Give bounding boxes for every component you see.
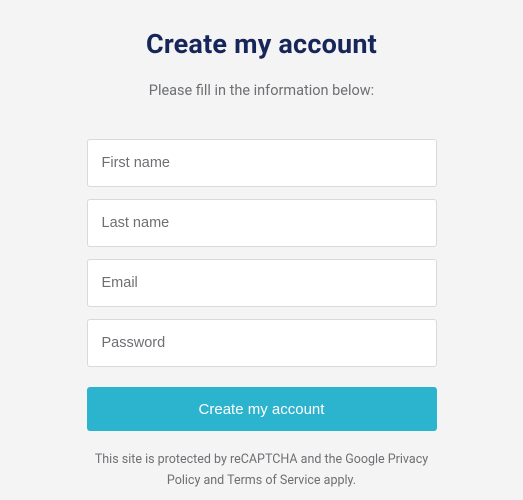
first-name-field[interactable] <box>87 139 437 187</box>
recaptcha-disclaimer: This site is protected by reCAPTCHA and … <box>82 449 442 492</box>
email-field[interactable] <box>87 259 437 307</box>
page-subtitle: Please fill in the information below: <box>149 82 374 99</box>
last-name-field[interactable] <box>87 199 437 247</box>
create-account-button[interactable]: Create my account <box>87 387 437 431</box>
create-account-form: Create my account <box>87 139 437 431</box>
page-title: Create my account <box>146 28 377 60</box>
password-field[interactable] <box>87 319 437 367</box>
